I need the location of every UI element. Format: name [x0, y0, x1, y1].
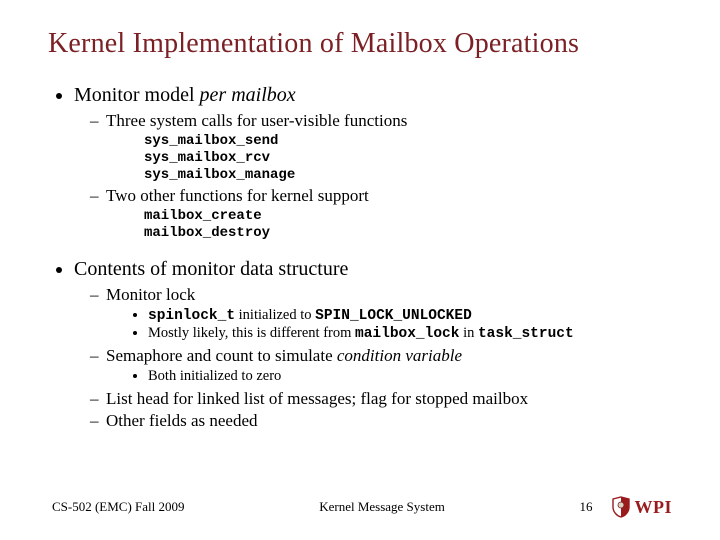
code-item: sys_mailbox_rcv — [144, 150, 672, 167]
bullet-2-sub-1-text: Monitor lock — [106, 285, 195, 304]
code-list-1: sys_mailbox_send sys_mailbox_rcv sys_mai… — [106, 133, 672, 184]
bullet-1: Monitor model per mailbox Three system c… — [74, 84, 672, 242]
footer: CS-502 (EMC) Fall 2009 Kernel Message Sy… — [0, 496, 720, 518]
bullet-1-text: Monitor model — [74, 84, 200, 106]
bullet-2-sub-3-text: List head for linked list of messages; f… — [106, 389, 528, 408]
bullet-2: Contents of monitor data structure Monit… — [74, 258, 672, 431]
bullet-1-ital: per mailbox — [200, 84, 296, 106]
wpi-logo: WPI — [611, 496, 673, 518]
bullet-1-sub-1: Three system calls for user-visible func… — [90, 111, 672, 184]
bullet-1-sub: Three system calls for user-visible func… — [74, 111, 672, 242]
bullet-2-sub-2-detail: Both initialized to zero — [106, 368, 672, 385]
mono-text: task_struct — [478, 326, 574, 342]
detail-item: Mostly likely, this is different from ma… — [148, 325, 672, 342]
bullet-2-sub-2: Semaphore and count to simulate conditio… — [90, 346, 672, 385]
bullet-2-text: Contents of monitor data structure — [74, 258, 348, 280]
bullet-2-sub: Monitor lock spinlock_t initialized to S… — [74, 285, 672, 431]
bullet-2-sub-2-text: Semaphore and count to simulate — [106, 346, 337, 365]
detail-item: spinlock_t initialized to SPIN_LOCK_UNLO… — [148, 307, 672, 324]
code-item: mailbox_create — [144, 208, 672, 225]
bullet-2-sub-1: Monitor lock spinlock_t initialized to S… — [90, 285, 672, 342]
bullet-list: Monitor model per mailbox Three system c… — [48, 84, 672, 431]
code-item: mailbox_destroy — [144, 225, 672, 242]
shield-icon — [611, 496, 631, 518]
bullet-2-sub-2-ital: condition variable — [337, 346, 462, 365]
slide-title: Kernel Implementation of Mailbox Operati… — [48, 28, 672, 60]
footer-page-number: 16 — [580, 499, 593, 515]
bullet-1-sub-1-text: Three system calls for user-visible func… — [106, 111, 407, 130]
plain-text: initialized to — [235, 307, 315, 323]
bullet-2-sub-1-detail: spinlock_t initialized to SPIN_LOCK_UNLO… — [106, 307, 672, 342]
plain-text: Mostly likely, this is different from — [148, 325, 355, 341]
code-item: sys_mailbox_manage — [144, 167, 672, 184]
bullet-1-sub-2: Two other functions for kernel support m… — [90, 186, 672, 242]
mono-text: SPIN_LOCK_UNLOCKED — [315, 308, 472, 324]
detail-item: Both initialized to zero — [148, 368, 672, 385]
footer-left: CS-502 (EMC) Fall 2009 — [52, 499, 185, 515]
code-item: sys_mailbox_send — [144, 133, 672, 150]
code-list-2: mailbox_create mailbox_destroy — [106, 208, 672, 242]
logo-text: WPI — [635, 497, 673, 518]
mono-text: mailbox_lock — [355, 326, 459, 342]
mono-text: spinlock_t — [148, 308, 235, 324]
bullet-1-sub-2-text: Two other functions for kernel support — [106, 186, 369, 205]
plain-text: in — [459, 325, 478, 341]
slide: Kernel Implementation of Mailbox Operati… — [0, 0, 720, 540]
bullet-2-sub-3: List head for linked list of messages; f… — [90, 389, 672, 409]
footer-center: Kernel Message System — [185, 499, 580, 515]
bullet-2-sub-4-text: Other fields as needed — [106, 411, 258, 430]
bullet-2-sub-4: Other fields as needed — [90, 411, 672, 431]
